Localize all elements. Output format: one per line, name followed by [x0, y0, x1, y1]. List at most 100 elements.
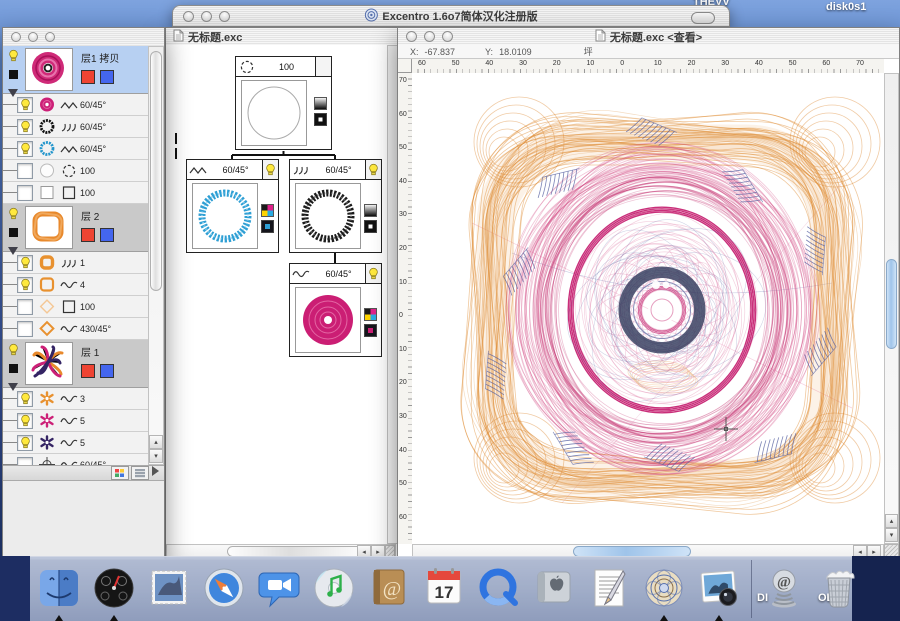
pattern-node-black[interactable]: 60/45° — [289, 159, 382, 253]
minimize-button[interactable] — [424, 31, 435, 42]
gradient-swatch[interactable] — [314, 97, 327, 110]
fill-color-swatch[interactable] — [100, 70, 114, 84]
layer-thumbnail[interactable] — [25, 206, 73, 249]
color-swatch[interactable] — [364, 220, 377, 233]
node-preview[interactable] — [241, 80, 307, 146]
flippy-arrow-icon[interactable] — [151, 464, 160, 482]
bulb-icon[interactable] — [8, 207, 19, 225]
node-preview[interactable] — [295, 287, 361, 353]
scroll-up-button[interactable]: ▴ — [149, 435, 163, 449]
color-grid-button[interactable] — [111, 466, 129, 480]
dock-textedit-icon[interactable] — [586, 564, 632, 614]
bulb-icon[interactable] — [8, 343, 19, 361]
fill-color-swatch[interactable] — [100, 228, 114, 242]
minimize-button[interactable] — [28, 32, 38, 42]
visibility-bulb-toggle[interactable] — [17, 413, 33, 429]
visibility-checkbox[interactable] — [17, 321, 33, 337]
visibility-bulb-toggle[interactable] — [17, 255, 33, 271]
dock-mail-icon[interactable] — [146, 564, 192, 614]
dock-safari-icon[interactable] — [201, 564, 247, 614]
view-vscrollbar[interactable]: ▴ ▾ — [884, 73, 899, 544]
visibility-bulb-toggle[interactable] — [17, 119, 33, 135]
layer-row[interactable]: 60/45° — [3, 116, 148, 138]
cmyk-swatch[interactable] — [364, 308, 377, 321]
scroll-up-button[interactable]: ▴ — [885, 514, 898, 528]
layer-controls[interactable] — [3, 340, 23, 387]
pattern-tree-canvas[interactable]: 100 60/45° — [166, 45, 398, 544]
visibility-bulb-toggle[interactable] — [17, 141, 33, 157]
layer-options-button[interactable] — [131, 466, 149, 480]
close-button[interactable] — [183, 11, 194, 22]
color-swatch[interactable] — [261, 220, 274, 233]
layer-row[interactable]: 430/45° — [3, 318, 148, 340]
scroll-thumb[interactable] — [150, 51, 162, 291]
palette-titlebar[interactable] — [3, 28, 164, 47]
toolbar-pill-button[interactable] — [691, 12, 715, 24]
dock-dashboard-icon[interactable] — [91, 564, 137, 614]
view-window-titlebar[interactable]: 无标题.exc <查看> — [398, 28, 899, 46]
minimize-button[interactable] — [201, 11, 212, 22]
dock-finder-icon[interactable] — [36, 564, 82, 614]
layer-row[interactable]: 4 — [3, 274, 148, 296]
layer-header[interactable]: 层 2 — [3, 204, 148, 252]
scroll-down-button[interactable]: ▾ — [885, 528, 898, 542]
layer-header[interactable]: 层1 拷贝 — [3, 46, 148, 94]
drawing-canvas[interactable] — [412, 73, 884, 544]
pattern-node-magenta[interactable]: 60/45° — [289, 263, 382, 357]
layer-row[interactable]: 5 — [3, 432, 148, 454]
close-button[interactable] — [406, 31, 417, 42]
layer-row[interactable]: 100 — [3, 182, 148, 204]
layer-row[interactable]: 3 — [3, 388, 148, 410]
layer-controls[interactable] — [3, 204, 23, 251]
visibility-bulb-toggle[interactable] — [17, 277, 33, 293]
visibility-bulb-toggle[interactable] — [17, 435, 33, 451]
dock-address-book-icon[interactable]: @ — [366, 564, 412, 614]
visibility-checkbox[interactable] — [17, 185, 33, 201]
visibility-checkbox[interactable] — [17, 163, 33, 179]
layer-controls[interactable] — [3, 46, 23, 93]
dock-ichat-icon[interactable] — [256, 564, 302, 614]
color-swatch[interactable] — [364, 324, 377, 337]
layer-row[interactable]: 100 — [3, 296, 148, 318]
stroke-color-swatch[interactable] — [81, 364, 95, 378]
visibility-bulb-toggle[interactable] — [262, 160, 278, 179]
close-button[interactable] — [11, 32, 21, 42]
zoom-button[interactable] — [442, 31, 453, 42]
color-mode-icon[interactable] — [8, 67, 19, 85]
layer-row[interactable]: 5 — [3, 410, 148, 432]
layer-header[interactable]: 层 1 — [3, 340, 148, 388]
layer-thumbnail[interactable] — [25, 48, 73, 91]
layer-row[interactable]: 1 — [3, 252, 148, 274]
node-cell[interactable] — [315, 57, 331, 76]
zoom-button[interactable] — [45, 32, 55, 42]
layer-thumbnail[interactable] — [25, 342, 73, 385]
desktop-label[interactable]: disk0s1 — [826, 1, 866, 13]
dock-excentro-icon[interactable] — [641, 564, 687, 614]
visibility-bulb-toggle[interactable] — [17, 97, 33, 113]
pattern-node-root[interactable]: 100 — [235, 56, 332, 150]
gradient-swatch[interactable] — [364, 204, 377, 217]
bulb-icon[interactable] — [8, 49, 19, 67]
visibility-checkbox[interactable] — [17, 299, 33, 315]
layer-row[interactable]: 60/45° — [3, 94, 148, 116]
layer-row[interactable]: 100 — [3, 160, 148, 182]
zoom-button[interactable] — [219, 11, 230, 22]
stroke-color-swatch[interactable] — [81, 70, 95, 84]
dock-itunes-icon[interactable] — [311, 564, 357, 614]
pattern-node-blue[interactable]: 60/45° — [186, 159, 279, 253]
color-mode-icon[interactable] — [8, 225, 19, 243]
dock-at-spring-icon[interactable]: @ — [761, 564, 807, 614]
visibility-bulb-toggle[interactable] — [17, 391, 33, 407]
visibility-bulb-toggle[interactable] — [365, 264, 381, 283]
dock-iphoto-icon[interactable] — [696, 564, 742, 614]
palette-vscrollbar[interactable]: ▴ ▾ — [148, 46, 164, 465]
stroke-color-swatch[interactable] — [81, 228, 95, 242]
node-preview[interactable] — [192, 183, 258, 249]
document-window-titlebar[interactable]: 无标题.exc — [166, 28, 398, 46]
dock-system-preferences-icon[interactable] — [531, 564, 577, 614]
fill-color-swatch[interactable] — [100, 364, 114, 378]
color-mode-icon[interactable] — [8, 361, 19, 379]
desktop-label[interactable]: DI — [757, 592, 768, 604]
visibility-bulb-toggle[interactable] — [365, 160, 381, 179]
scroll-down-button[interactable]: ▾ — [149, 449, 163, 463]
